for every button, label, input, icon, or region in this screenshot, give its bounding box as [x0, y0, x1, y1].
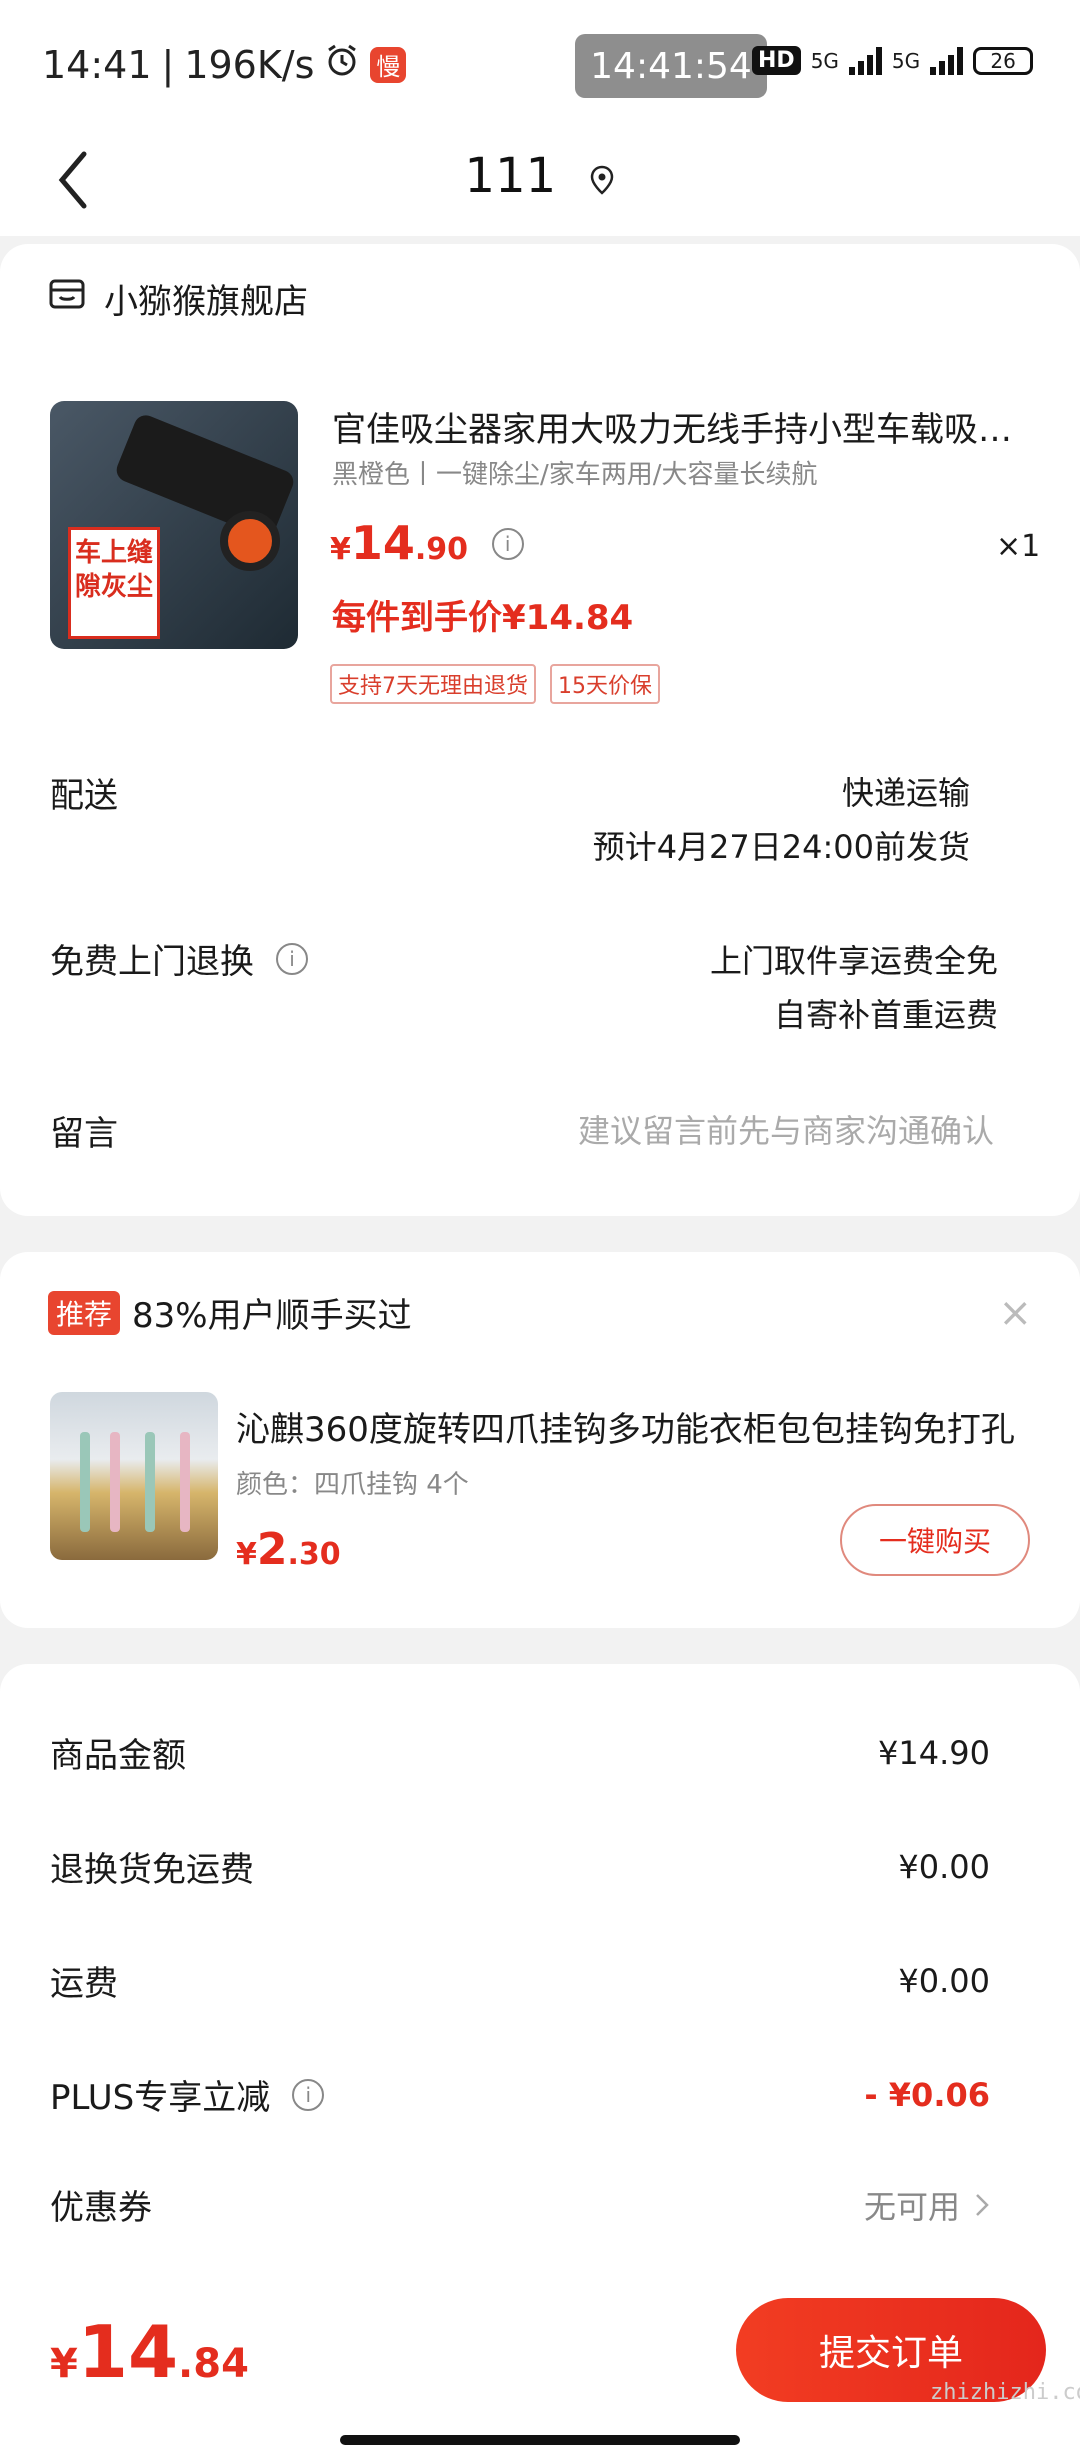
store-header[interactable]: 小猕猴旗舰店 — [48, 274, 308, 323]
network-type: 5G — [810, 48, 839, 73]
plus-info-icon[interactable]: i — [292, 2078, 325, 2111]
delivery-label: 配送 — [50, 776, 118, 816]
store-icon — [48, 276, 86, 321]
signal-icon-2 — [930, 46, 964, 75]
watermark: zhizhizhi.com — [930, 2380, 1080, 2405]
recommend-spec: 颜色：四爪挂钩 4个 — [236, 1470, 469, 1500]
network-type-2: 5G — [891, 48, 921, 73]
recommend-header: 推荐 83%用户顺手买过 — [48, 1288, 412, 1337]
nav-bar: 111 — [0, 130, 1080, 236]
summary-card: 商品金额 ¥14.90 退换货免运费 ¥0.00 运费 ¥0.00 PLUS专享… — [0, 1664, 1080, 2304]
quick-buy-button[interactable]: 一键购买 — [840, 1504, 1030, 1576]
recommend-title[interactable]: 沁麒360度旋转四爪挂钩多功能衣柜包包挂钩免打孔 — [236, 1402, 1026, 1451]
delivery-method[interactable]: 快递运输 — [842, 768, 970, 814]
status-left: 14:41 | 196K/s 慢 — [42, 42, 407, 87]
summary-row-shipping: 运费 ¥0.00 — [50, 1961, 990, 2005]
returns-line2: 自寄补首重运费 — [773, 996, 998, 1034]
summary-row-coupon[interactable]: 优惠券 无可用 — [50, 2180, 990, 2229]
tag-return: 支持7天无理由退货 — [330, 664, 536, 704]
delivery-eta: 预计4月27日24:00前发货 — [592, 828, 970, 866]
product-spec: 黑橙色丨一键除尘/家车两用/大容量长续航 — [332, 460, 818, 490]
deal-price: 每件到手价¥14.84 — [332, 598, 634, 638]
recommend-image[interactable] — [50, 1392, 218, 1560]
app-notification-icon: 慢 — [370, 46, 407, 83]
price-info-icon[interactable]: i — [491, 528, 524, 560]
page-title: 111 — [464, 148, 557, 204]
store-name: 小猕猴旗舰店 — [104, 282, 308, 322]
chevron-right-icon — [976, 2193, 989, 2216]
recommend-card: 推荐 83%用户顺手买过 × 沁麒360度旋转四爪挂钩多功能衣柜包包挂钩免打孔 … — [0, 1252, 1080, 1628]
recommend-price: ¥2.30 — [236, 1524, 341, 1575]
returns-line1: 上门取件享运费全免 — [709, 942, 998, 980]
total-price: ¥14.84 — [50, 2310, 249, 2394]
status-right: HD 5G 5G 26 — [752, 46, 1034, 75]
product-image[interactable]: 车上缝隙灰尘 — [50, 401, 298, 649]
status-time: 14:41 — [42, 42, 152, 87]
recommend-headline: 83%用户顺手买过 — [132, 1296, 412, 1336]
product-title[interactable]: 官佳吸尘器家用大吸力无线手持小型车载吸尘器 — [332, 402, 1022, 451]
close-icon[interactable]: × — [998, 1290, 1032, 1336]
hd-icon: HD — [752, 46, 801, 75]
product-quantity: ×1 — [996, 529, 1041, 564]
product-image-label: 车上缝隙灰尘 — [68, 527, 160, 639]
address-selector[interactable]: 111 — [0, 148, 1080, 207]
status-bar: 14:41 | 196K/s 慢 14:41:54 HD 5G 5G 26 — [0, 0, 1080, 130]
returns-info-icon[interactable]: i — [276, 942, 308, 975]
alarm-icon — [324, 42, 360, 87]
tag-price-protect: 15天价保 — [550, 664, 660, 704]
battery-icon: 26 — [973, 46, 1034, 75]
recommend-badge: 推荐 — [48, 1290, 121, 1335]
network-speed: 196K/s — [184, 42, 315, 87]
summary-row-return-fee: 退换货免运费 ¥0.00 — [50, 1847, 990, 1891]
home-indicator[interactable] — [340, 2435, 740, 2445]
service-tags: 支持7天无理由退货 15天价保 — [330, 664, 660, 704]
location-pin-icon — [589, 151, 615, 207]
checkout-bar: ¥14.84 提交订单 — [0, 2260, 1080, 2460]
note-input[interactable]: 建议留言前先与商家沟通确认 — [578, 1106, 994, 1152]
returns-row: 免费上门退换 i — [50, 934, 308, 983]
clock-overlay: 14:41:54 — [575, 34, 767, 98]
store-card: 小猕猴旗舰店 车上缝隙灰尘 官佳吸尘器家用大吸力无线手持小型车载吸尘器 黑橙色丨… — [0, 244, 1080, 1216]
note-label: 留言 — [50, 1114, 118, 1154]
returns-label: 免费上门退换 — [50, 942, 254, 982]
summary-row-plus: PLUS专享立减 i - ¥0.06 — [50, 2075, 990, 2119]
product-price: ¥14.90 i — [330, 516, 524, 570]
signal-icon — [848, 46, 882, 75]
summary-row-goods: 商品金额 ¥14.90 — [50, 1733, 990, 1777]
